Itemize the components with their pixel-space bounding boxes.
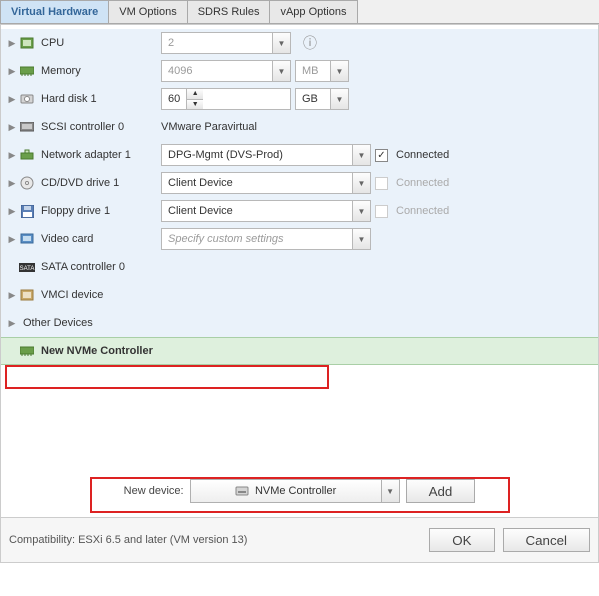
svg-text:SATA: SATA bbox=[20, 266, 35, 272]
cpu-select[interactable]: 2 ▼ bbox=[161, 32, 291, 54]
cddvd-select[interactable]: Client Device ▼ bbox=[161, 172, 371, 194]
floppy-label: Floppy drive 1 bbox=[41, 205, 110, 217]
expand-icon[interactable]: ▶ bbox=[7, 206, 17, 217]
row-cddvd-1: ▶ CD/DVD drive 1 Client Device ▼ Connect… bbox=[1, 169, 598, 197]
expand-icon[interactable]: ▶ bbox=[7, 178, 17, 189]
row-hard-disk-1: ▶ Hard disk 1 60 ▲▼ GB ▼ bbox=[1, 85, 598, 113]
vmci-label: VMCI device bbox=[41, 289, 103, 301]
new-nvme-label: New NVMe Controller bbox=[41, 345, 153, 357]
network-label: Network adapter 1 bbox=[41, 149, 131, 161]
memory-icon bbox=[19, 64, 35, 78]
memory-value[interactable]: 4096 ▼ bbox=[161, 60, 291, 82]
video-icon bbox=[19, 232, 35, 246]
tab-sdrs-rules[interactable]: SDRS Rules bbox=[187, 0, 271, 23]
dropdown-icon[interactable]: ▼ bbox=[352, 145, 370, 165]
ok-button[interactable]: OK bbox=[429, 528, 494, 552]
network-select[interactable]: DPG-Mgmt (DVS-Prod) ▼ bbox=[161, 144, 371, 166]
scsi-label: SCSI controller 0 bbox=[41, 121, 124, 133]
expand-icon[interactable]: ▶ bbox=[7, 150, 17, 161]
row-vmci: ▶ VMCI device bbox=[1, 281, 598, 309]
hard-disk-icon bbox=[19, 92, 35, 106]
add-button[interactable]: Add bbox=[406, 479, 476, 503]
row-sata-0: SATA SATA controller 0 bbox=[1, 253, 598, 281]
tab-vapp-options[interactable]: vApp Options bbox=[269, 0, 357, 23]
video-select[interactable]: Specify custom settings ▼ bbox=[161, 228, 371, 250]
info-icon[interactable]: ⓘ bbox=[303, 33, 317, 53]
annotation-box bbox=[5, 365, 329, 389]
network-icon bbox=[19, 148, 35, 162]
content-panel: ▶ CPU 2 ▼ ⓘ ▶ Memory 4096 ▼ MB ▼ bbox=[0, 24, 599, 518]
row-cpu: ▶ CPU 2 ▼ ⓘ bbox=[1, 29, 598, 57]
dropdown-icon[interactable]: ▼ bbox=[272, 61, 290, 81]
expand-icon[interactable]: ▶ bbox=[7, 318, 17, 329]
floppy-connected-checkbox bbox=[375, 205, 388, 218]
cddvd-connected-checkbox bbox=[375, 177, 388, 190]
floppy-select[interactable]: Client Device ▼ bbox=[161, 200, 371, 222]
footer-bar: Compatibility: ESXi 6.5 and later (VM ve… bbox=[0, 518, 599, 563]
cddvd-connected-label: Connected bbox=[396, 177, 449, 189]
memory-unit[interactable]: MB ▼ bbox=[295, 60, 349, 82]
expand-icon[interactable]: ▶ bbox=[7, 66, 17, 77]
compat-text: Compatibility: ESXi 6.5 and later (VM ve… bbox=[9, 534, 421, 546]
row-scsi-0: ▶ SCSI controller 0 VMware Paravirtual bbox=[1, 113, 598, 141]
other-devices-label: Other Devices bbox=[23, 317, 93, 329]
spinner-up-icon[interactable]: ▲ bbox=[187, 89, 203, 100]
row-network-1: ▶ Network adapter 1 DPG-Mgmt (DVS-Prod) … bbox=[1, 141, 598, 169]
expand-icon[interactable]: ▶ bbox=[7, 234, 17, 245]
video-label: Video card bbox=[41, 233, 93, 245]
row-new-nvme[interactable]: New NVMe Controller bbox=[1, 337, 598, 365]
hard-disk-label: Hard disk 1 bbox=[41, 93, 97, 105]
dropdown-icon[interactable]: ▼ bbox=[352, 201, 370, 221]
cancel-button[interactable]: Cancel bbox=[503, 528, 591, 552]
spinner-down-icon[interactable]: ▼ bbox=[187, 100, 203, 110]
dropdown-icon[interactable]: ▼ bbox=[330, 89, 348, 109]
tab-virtual-hardware[interactable]: Virtual Hardware bbox=[0, 0, 109, 23]
hard-disk-unit[interactable]: GB ▼ bbox=[295, 88, 349, 110]
hard-disk-size[interactable]: 60 ▲▼ bbox=[161, 88, 291, 110]
cpu-label: CPU bbox=[41, 37, 64, 49]
dropdown-icon[interactable]: ▼ bbox=[381, 480, 399, 502]
dropdown-icon[interactable]: ▼ bbox=[272, 33, 290, 53]
row-floppy-1: ▶ Floppy drive 1 Client Device ▼ Connect… bbox=[1, 197, 598, 225]
sata-icon: SATA bbox=[19, 260, 35, 274]
network-connected-label: Connected bbox=[396, 149, 449, 161]
new-device-bar: New device: NVMe Controller ▼ Add bbox=[1, 473, 598, 509]
cddvd-label: CD/DVD drive 1 bbox=[41, 177, 119, 189]
expand-icon[interactable]: ▶ bbox=[7, 122, 17, 133]
row-other-devices[interactable]: ▶ Other Devices bbox=[1, 309, 598, 337]
floppy-connected-label: Connected bbox=[396, 205, 449, 217]
dropdown-icon[interactable]: ▼ bbox=[352, 173, 370, 193]
expand-icon[interactable]: ▶ bbox=[7, 38, 17, 49]
scsi-value: VMware Paravirtual bbox=[161, 121, 257, 133]
tabs-bar: Virtual Hardware VM Options SDRS Rules v… bbox=[0, 0, 599, 24]
expand-icon[interactable]: ▶ bbox=[7, 290, 17, 301]
drive-icon bbox=[235, 486, 249, 496]
cd-icon bbox=[19, 176, 35, 190]
nvme-icon bbox=[19, 344, 35, 358]
new-device-select[interactable]: NVMe Controller ▼ bbox=[190, 479, 400, 503]
vmci-icon bbox=[19, 288, 35, 302]
scsi-icon bbox=[19, 120, 35, 134]
tab-vm-options[interactable]: VM Options bbox=[108, 0, 187, 23]
network-connected-checkbox[interactable] bbox=[375, 149, 388, 162]
floppy-icon bbox=[19, 204, 35, 218]
expand-icon[interactable]: ▶ bbox=[7, 94, 17, 105]
memory-label: Memory bbox=[41, 65, 81, 77]
row-memory: ▶ Memory 4096 ▼ MB ▼ bbox=[1, 57, 598, 85]
new-device-label: New device: bbox=[124, 485, 184, 497]
cpu-icon bbox=[19, 36, 35, 50]
sata-label: SATA controller 0 bbox=[41, 261, 125, 273]
dropdown-icon[interactable]: ▼ bbox=[352, 229, 370, 249]
dropdown-icon[interactable]: ▼ bbox=[330, 61, 348, 81]
row-video: ▶ Video card Specify custom settings ▼ bbox=[1, 225, 598, 253]
